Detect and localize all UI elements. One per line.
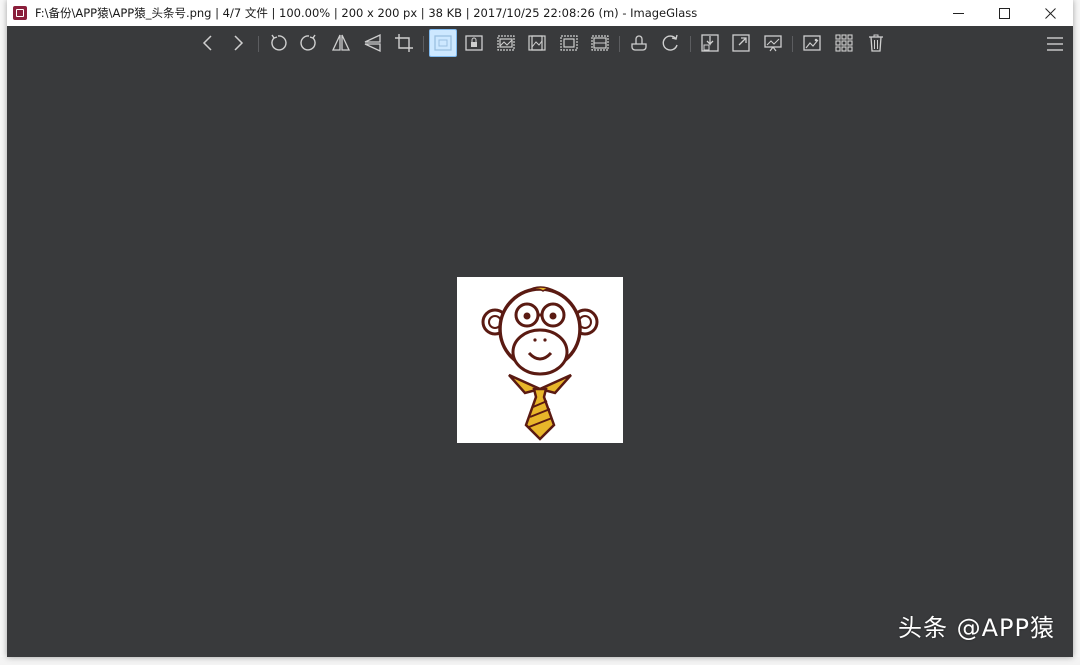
auto-zoom-button[interactable] — [429, 29, 457, 57]
hamburger-menu-icon — [1047, 37, 1063, 51]
rotate-cw-icon — [300, 34, 316, 51]
chevron-left-icon — [202, 35, 212, 51]
flip-vertical-icon — [364, 33, 381, 53]
scale-to-height-button[interactable] — [523, 29, 551, 57]
thumbnail-bar-button[interactable] — [830, 29, 858, 57]
rotate-right-button[interactable] — [295, 29, 323, 57]
scale-width-icon — [497, 35, 515, 51]
crop-button[interactable] — [390, 29, 418, 57]
flip-vertical-button[interactable] — [358, 29, 386, 57]
flip-horizontal-icon — [331, 34, 351, 51]
scale-fill-icon — [591, 35, 609, 51]
imageglass-app-icon[interactable] — [13, 6, 27, 20]
displayed-image[interactable] — [457, 277, 623, 443]
background-bottom-edge — [0, 657, 1080, 665]
monkey-logo-image — [481, 286, 599, 441]
main-menu-button[interactable] — [1041, 30, 1069, 58]
minimize-button[interactable] — [935, 0, 981, 26]
trash-icon — [869, 34, 883, 52]
scale-to-width-button[interactable] — [492, 29, 520, 57]
close-button[interactable] — [1027, 0, 1073, 26]
toolbar-separator — [792, 36, 793, 52]
next-image-button[interactable] — [224, 29, 252, 57]
window-controls — [935, 0, 1073, 26]
open-location-button[interactable] — [696, 29, 724, 57]
lock-zoom-button[interactable] — [460, 29, 488, 57]
checkerboard-icon — [631, 35, 647, 51]
background-right-edge — [1073, 0, 1080, 665]
imageglass-window: F:\备份\APP猿\APP猿_头条号.png | 4/7 文件 | 100.0… — [7, 0, 1073, 657]
refresh-icon — [662, 34, 678, 51]
crop-icon — [395, 34, 413, 52]
toolbar-separator — [423, 36, 424, 52]
rotate-ccw-icon — [271, 34, 287, 51]
wallpaper-icon — [803, 35, 821, 51]
minimize-icon — [952, 12, 964, 14]
scale-height-icon — [528, 35, 546, 51]
scale-fit-icon — [560, 35, 578, 51]
refresh-button[interactable] — [657, 29, 685, 57]
toolbar-separator — [258, 36, 259, 52]
scale-to-fill-button[interactable] — [586, 29, 614, 57]
auto-zoom-icon — [434, 35, 452, 51]
watermark-text: 头条 @APP猿 — [898, 614, 1055, 642]
chevron-right-icon — [234, 35, 244, 51]
thumbnail-grid-icon — [835, 34, 853, 52]
set-wallpaper-button[interactable] — [798, 29, 826, 57]
checkerboard-button[interactable] — [625, 29, 653, 57]
full-screen-button[interactable] — [727, 29, 755, 57]
close-icon — [1044, 7, 1056, 19]
background-left-edge — [0, 0, 7, 665]
toolbar-separator — [690, 36, 691, 52]
window-title: F:\备份\APP猿\APP猿_头条号.png | 4/7 文件 | 100.0… — [35, 6, 698, 20]
delete-button[interactable] — [862, 29, 890, 57]
open-location-icon — [701, 34, 719, 52]
lock-zoom-icon — [465, 35, 483, 51]
rotate-left-button[interactable] — [264, 29, 292, 57]
toolbar — [7, 26, 1073, 62]
maximize-icon — [998, 7, 1010, 19]
slideshow-button[interactable] — [759, 29, 787, 57]
slideshow-icon — [764, 35, 782, 52]
scale-to-fit-button[interactable] — [555, 29, 583, 57]
title-bar[interactable]: F:\备份\APP猿\APP猿_头条号.png | 4/7 文件 | 100.0… — [7, 0, 1073, 26]
maximize-button[interactable] — [981, 0, 1027, 26]
previous-image-button[interactable] — [194, 29, 222, 57]
image-viewer[interactable] — [7, 62, 1073, 657]
flip-horizontal-button[interactable] — [327, 29, 355, 57]
fullscreen-icon — [732, 34, 750, 52]
toolbar-separator — [619, 36, 620, 52]
